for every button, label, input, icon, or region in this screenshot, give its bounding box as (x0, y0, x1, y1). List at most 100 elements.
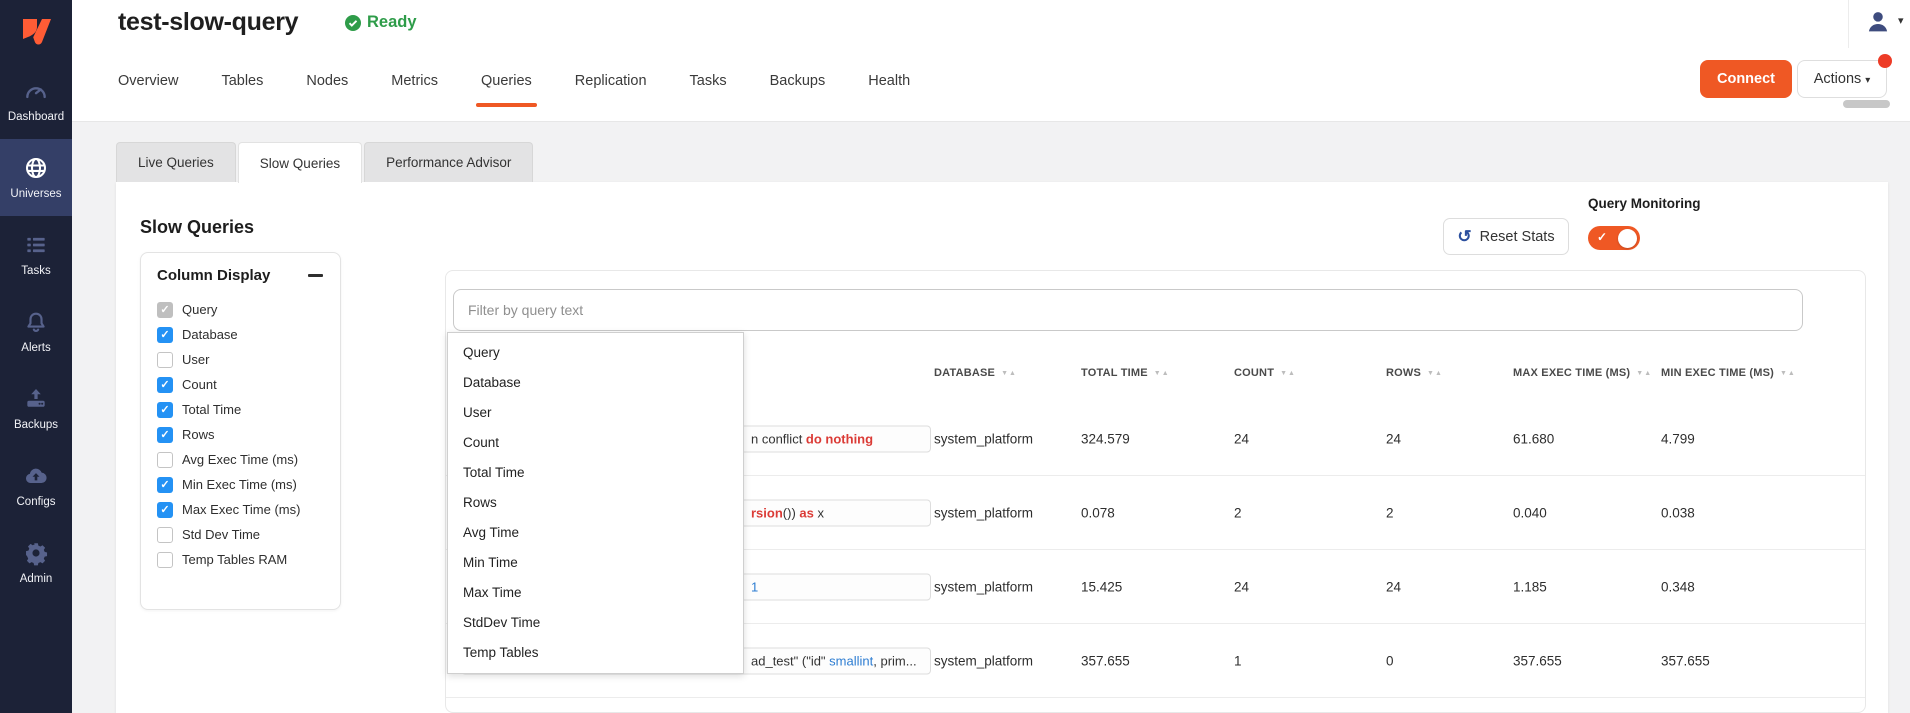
dropdown-item-database[interactable]: Database (448, 368, 743, 398)
dropdown-item-max-time[interactable]: Max Time (448, 578, 743, 608)
checkbox-avg-exec-time-ms[interactable] (157, 452, 173, 468)
column-header-label: MIN EXEC TIME (MS) (1661, 367, 1774, 379)
dropdown-item-rows[interactable]: Rows (448, 488, 743, 518)
dropdown-item-count[interactable]: Count (448, 428, 743, 458)
sort-icons[interactable]: ▼▲ (1280, 370, 1296, 377)
column-header-count[interactable]: COUNT▼▲ (1234, 367, 1296, 379)
column-option-user[interactable]: User (157, 347, 324, 372)
query-monitoring-toggle[interactable]: ✓ (1588, 226, 1640, 250)
content-area: Live QueriesSlow QueriesPerformance Advi… (72, 123, 1910, 713)
checkbox-database[interactable]: ✓ (157, 327, 173, 343)
dropdown-item-query[interactable]: Query (448, 338, 743, 368)
sidebar-item-universes[interactable]: Universes (0, 139, 72, 216)
page-title: test-slow-query (118, 8, 298, 37)
checkbox-label: Max Exec Time (ms) (182, 502, 300, 517)
collapse-minus-icon[interactable] (308, 269, 324, 283)
checkbox-min-exec-time-ms[interactable]: ✓ (157, 477, 173, 493)
column-header-min-exec-time-ms[interactable]: MIN EXEC TIME (MS) ▼▲ (1661, 367, 1796, 379)
sidebar-item-dashboard[interactable]: Dashboard (0, 62, 72, 139)
cell-max_exec_ms: 61.680 (1513, 431, 1554, 446)
yugabyte-logo-icon[interactable] (0, 0, 72, 62)
configs-cloud-icon (23, 463, 49, 489)
column-option-query[interactable]: ✓Query (157, 297, 324, 322)
cell-total_time: 15.425 (1081, 579, 1122, 594)
sort-icons[interactable]: ▼▲ (1154, 370, 1170, 377)
column-option-std-dev-time[interactable]: Std Dev Time (157, 522, 324, 547)
query-token: smallint (829, 653, 873, 668)
column-option-count[interactable]: ✓Count (157, 372, 324, 397)
checkbox-user[interactable] (157, 352, 173, 368)
cell-total_time: 324.579 (1081, 431, 1130, 446)
tab-backups[interactable]: Backups (770, 48, 826, 114)
sort-icons[interactable]: ▼▲ (1780, 370, 1796, 377)
universe-tabs: Overview Tables Nodes Metrics Queries Replica… (118, 48, 910, 114)
dropdown-item-avg-time[interactable]: Avg Time (448, 518, 743, 548)
tab-nodes[interactable]: Nodes (306, 48, 348, 114)
tab-replication[interactable]: Replication (575, 48, 647, 114)
checkbox-std-dev-time[interactable] (157, 527, 173, 543)
column-option-avg-exec-time-ms[interactable]: Avg Exec Time (ms) (157, 447, 324, 472)
cell-min_exec_ms: 357.655 (1661, 653, 1710, 668)
dropdown-item-user[interactable]: User (448, 398, 743, 428)
admin-gear-icon (23, 540, 49, 566)
dropdown-item-temp-tables[interactable]: Temp Tables (448, 638, 743, 668)
checkbox-rows[interactable]: ✓ (157, 427, 173, 443)
connect-button[interactable]: Connect (1700, 60, 1792, 98)
column-display-title: Column Display (157, 267, 270, 284)
cell-min_exec_ms: 0.348 (1661, 579, 1695, 594)
checkbox-label: Std Dev Time (182, 527, 260, 542)
column-header-database[interactable]: DATABASE▼▲ (934, 367, 1017, 379)
scrollbar-thumb[interactable] (1843, 100, 1890, 108)
tab-queries[interactable]: Queries (481, 48, 532, 114)
tab-metrics[interactable]: Metrics (391, 48, 438, 114)
query-filter-input[interactable] (453, 289, 1803, 331)
checkbox-max-exec-time-ms[interactable]: ✓ (157, 502, 173, 518)
cell-total_time: 0.078 (1081, 505, 1115, 520)
column-header-label: ROWS (1386, 367, 1421, 379)
tab-health[interactable]: Health (868, 48, 910, 114)
column-option-database[interactable]: ✓Database (157, 322, 324, 347)
sidebar-item-tasks[interactable]: Tasks (0, 216, 72, 293)
tab-tasks[interactable]: Tasks (690, 48, 727, 114)
column-header-rows[interactable]: ROWS ▼▲ (1386, 367, 1443, 379)
dropdown-item-total-time[interactable]: Total Time (448, 458, 743, 488)
checkbox-label: Temp Tables RAM (182, 552, 287, 567)
dropdown-item-min-time[interactable]: Min Time (448, 548, 743, 578)
column-option-total-time[interactable]: ✓Total Time (157, 397, 324, 422)
tab-overview[interactable]: Overview (118, 48, 178, 114)
checkbox-total-time[interactable]: ✓ (157, 402, 173, 418)
sidebar-item-alerts[interactable]: Alerts (0, 293, 72, 370)
subtab-slow-queries[interactable]: Slow Queries (238, 142, 362, 183)
status-label: Ready (367, 13, 417, 32)
checkbox-label: Avg Exec Time (ms) (182, 452, 298, 467)
column-option-min-exec-time-ms[interactable]: ✓Min Exec Time (ms) (157, 472, 324, 497)
sidebar-item-backups[interactable]: Backups (0, 370, 72, 447)
query-token: as (799, 505, 813, 520)
column-header-max-exec-time-ms[interactable]: MAX EXEC TIME (MS)▼▲ (1513, 367, 1652, 379)
header-divider (1848, 0, 1849, 48)
subtab-performance-advisor[interactable]: Performance Advisor (364, 142, 533, 182)
user-avatar-icon[interactable] (1864, 8, 1892, 36)
sidebar-item-configs[interactable]: Configs (0, 447, 72, 524)
sidebar-item-admin[interactable]: Admin (0, 524, 72, 601)
checkbox-count[interactable]: ✓ (157, 377, 173, 393)
column-header-total-time[interactable]: TOTAL TIME▼▲ (1081, 367, 1170, 379)
dropdown-item-stddev-time[interactable]: StdDev Time (448, 608, 743, 638)
sort-icons[interactable]: ▼▲ (1427, 370, 1443, 377)
sort-icons[interactable]: ▼▲ (1001, 370, 1017, 377)
reset-stats-button[interactable]: ↺ Reset Stats (1443, 218, 1569, 255)
column-option-rows[interactable]: ✓Rows (157, 422, 324, 447)
check-circle-icon (345, 15, 361, 31)
status-badge: Ready (345, 13, 417, 32)
sidebar-item-label: Tasks (21, 265, 50, 277)
checkbox-query[interactable]: ✓ (157, 302, 173, 318)
column-option-temp-tables-ram[interactable]: Temp Tables RAM (157, 547, 324, 572)
subtab-live-queries[interactable]: Live Queries (116, 142, 236, 182)
cell-max_exec_ms: 1.185 (1513, 579, 1547, 594)
column-option-max-exec-time-ms[interactable]: ✓ Max Exec Time (ms) (157, 497, 324, 522)
user-menu-caret-icon[interactable]: ▾ (1898, 14, 1904, 27)
sort-icons[interactable]: ▼▲ (1636, 370, 1652, 377)
actions-button[interactable]: Actions▾ (1797, 60, 1887, 98)
tab-tables[interactable]: Tables (221, 48, 263, 114)
checkbox-temp-tables-ram[interactable] (157, 552, 173, 568)
